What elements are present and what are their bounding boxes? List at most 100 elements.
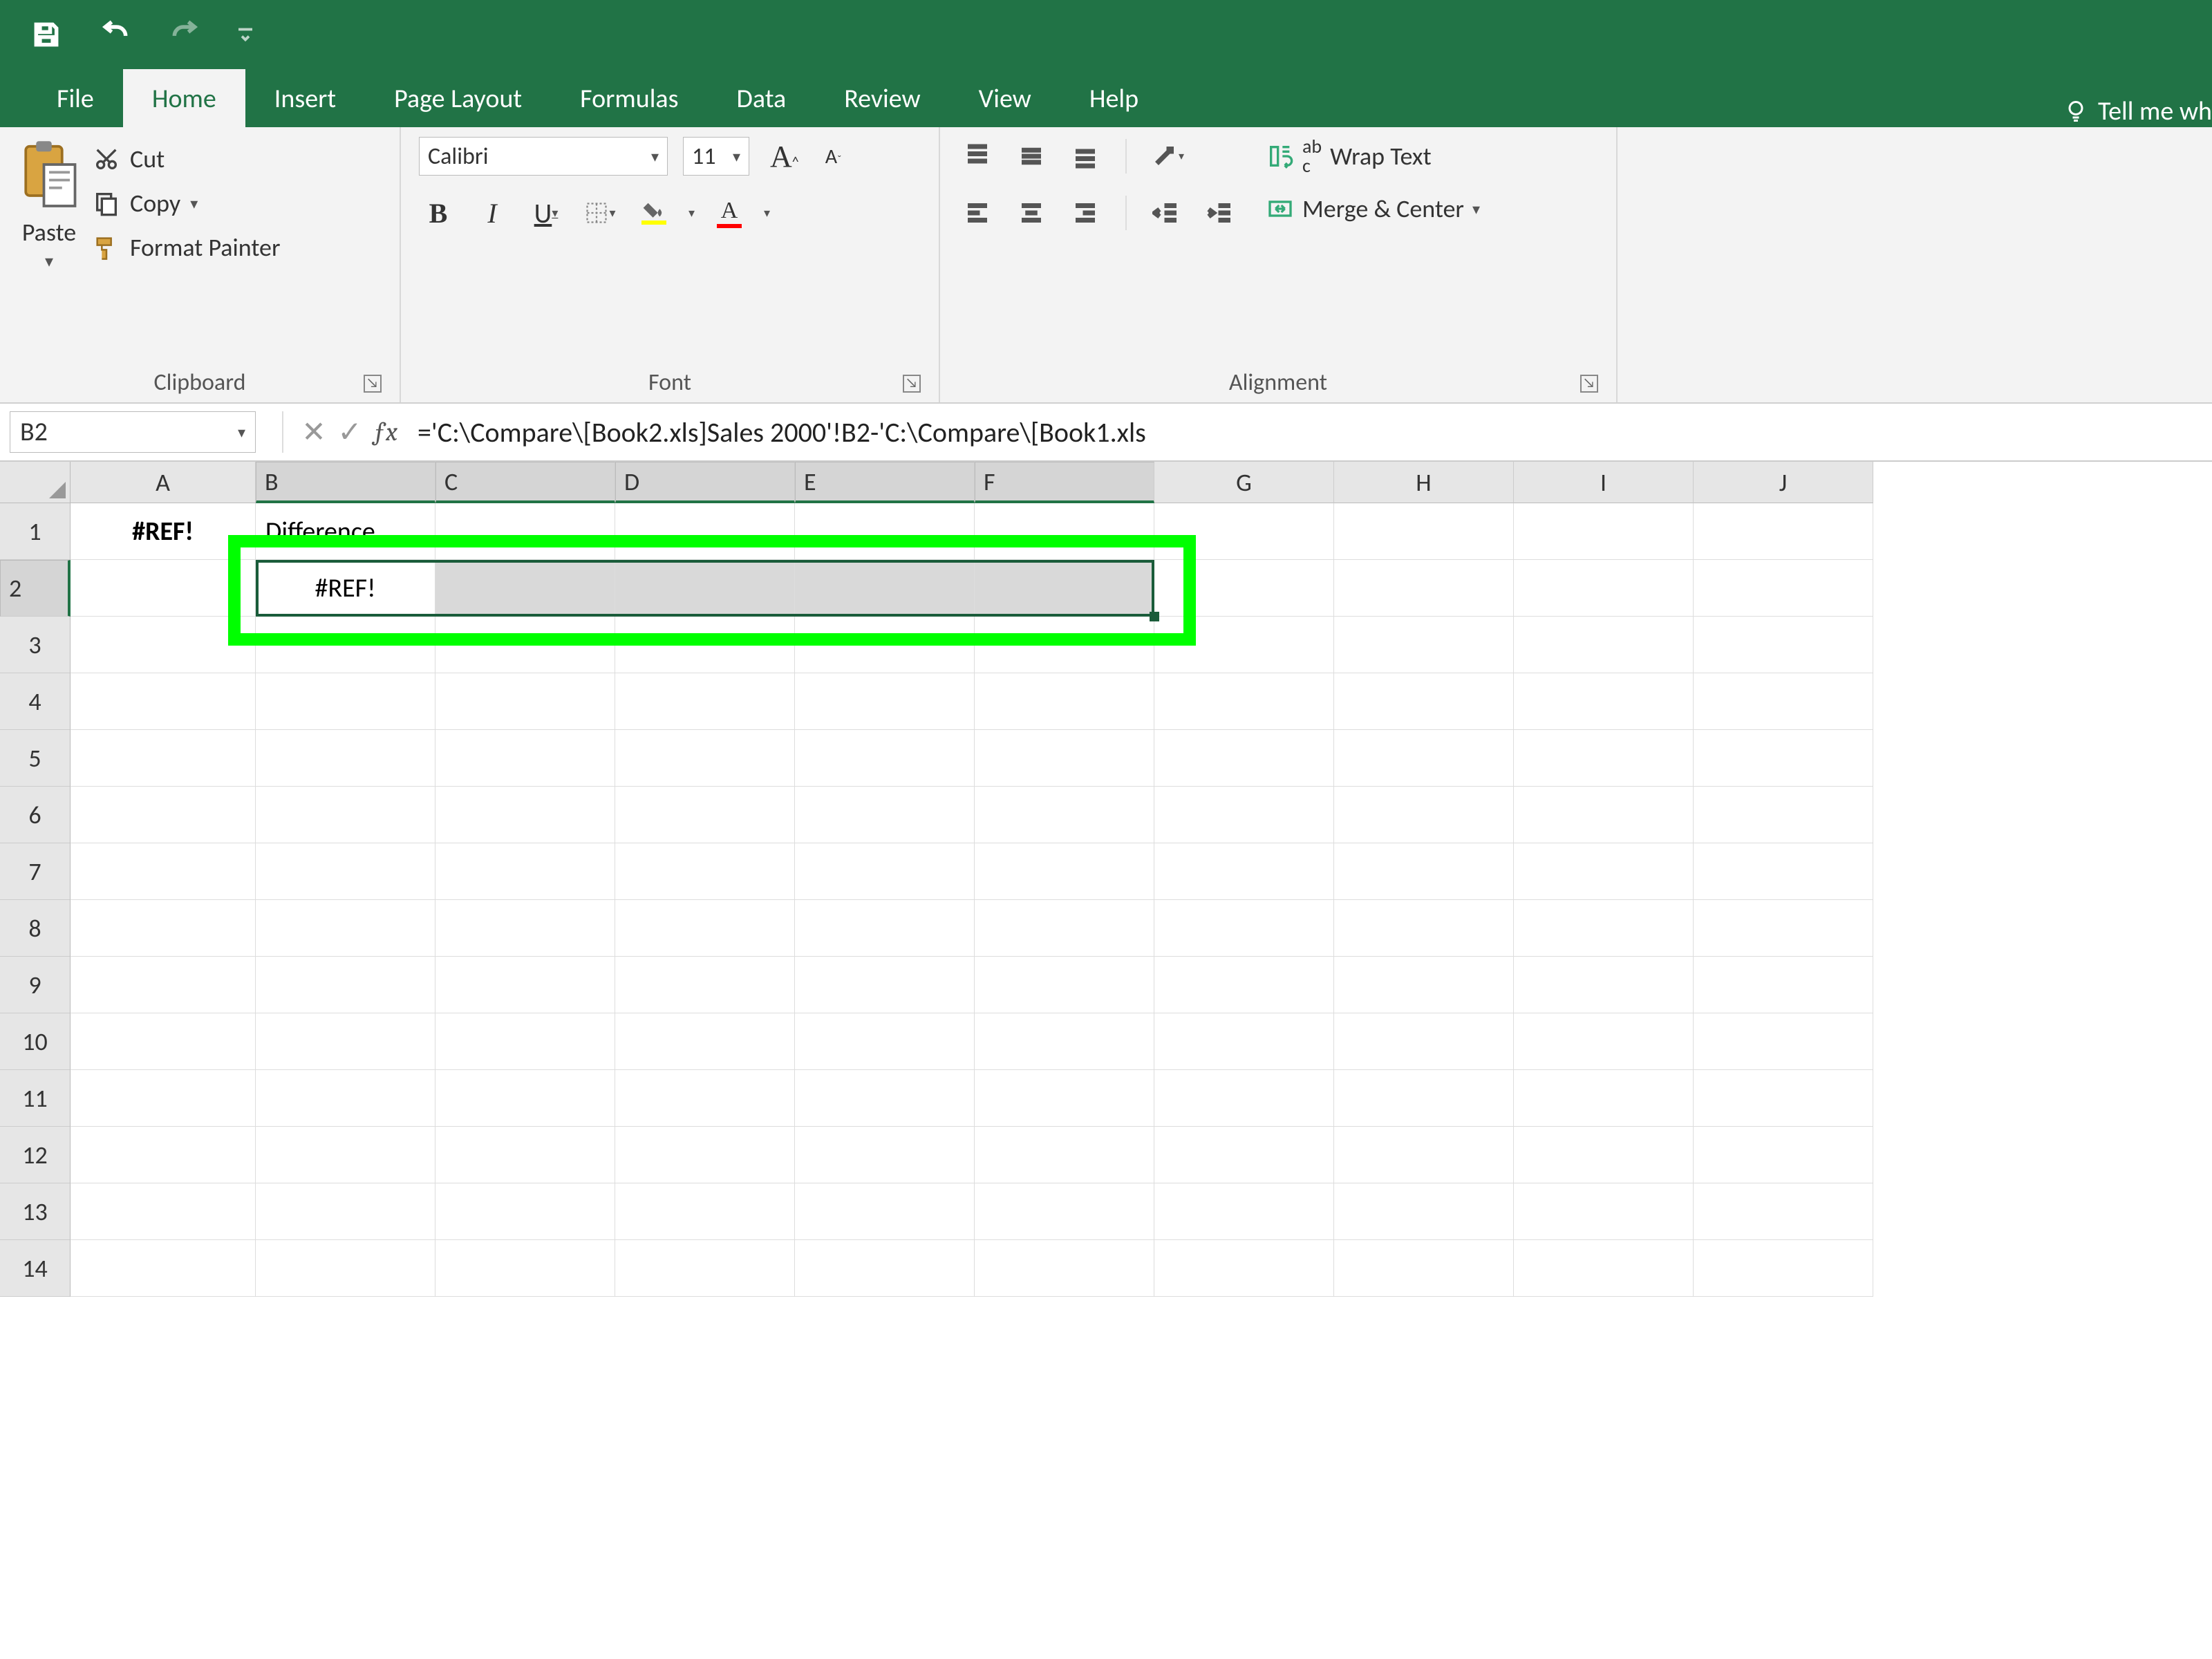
tab-home[interactable]: Home [123,69,245,127]
row-header-10[interactable]: 10 [0,1013,71,1070]
customize-qat-dropdown[interactable] [235,16,256,53]
cell-E6[interactable] [795,787,975,843]
increase-indent-button[interactable] [1201,194,1240,232]
cell-D6[interactable] [615,787,795,843]
row-header-1[interactable]: 1 [0,503,71,560]
cell-B14[interactable] [256,1240,435,1297]
cell-H12[interactable] [1334,1127,1514,1183]
cell-E13[interactable] [795,1183,975,1240]
cell-G7[interactable] [1154,843,1334,900]
cell-D9[interactable] [615,957,795,1013]
cell-A4[interactable] [71,673,256,730]
row-header-9[interactable]: 9 [0,957,71,1013]
cell-A14[interactable] [71,1240,256,1297]
shrink-font-button[interactable]: Aˇ [820,144,847,169]
cell-F9[interactable] [975,957,1154,1013]
cell-D8[interactable] [615,900,795,957]
cell-G14[interactable] [1154,1240,1334,1297]
cell-C8[interactable] [435,900,615,957]
cell-H4[interactable] [1334,673,1514,730]
cell-I10[interactable] [1514,1013,1694,1070]
cell-H9[interactable] [1334,957,1514,1013]
tab-insert[interactable]: Insert [245,69,365,127]
cell-F12[interactable] [975,1127,1154,1183]
alignment-dialog-launcher[interactable] [1580,375,1598,393]
cell-H1[interactable] [1334,503,1514,560]
col-header-G[interactable]: G [1154,462,1334,503]
tab-view[interactable]: View [950,69,1060,127]
row-header-13[interactable]: 13 [0,1183,71,1240]
cell-C7[interactable] [435,843,615,900]
cell-A13[interactable] [71,1183,256,1240]
cell-C6[interactable] [435,787,615,843]
cell-E12[interactable] [795,1127,975,1183]
col-header-I[interactable]: I [1514,462,1694,503]
cell-C1[interactable] [435,503,615,560]
cell-D2[interactable] [615,560,795,617]
formula-input[interactable]: ='C:\Compare\[Book2.xls]Sales 2000'!B2-'… [404,415,2212,449]
cell-F11[interactable] [975,1070,1154,1127]
cell-I3[interactable] [1514,617,1694,673]
cell-D14[interactable] [615,1240,795,1297]
cell-D11[interactable] [615,1070,795,1127]
row-header-14[interactable]: 14 [0,1240,71,1297]
cell-D12[interactable] [615,1127,795,1183]
cell-I6[interactable] [1514,787,1694,843]
bold-button[interactable]: B [419,194,458,232]
cell-J3[interactable] [1694,617,1873,673]
row-header-3[interactable]: 3 [0,617,71,673]
cell-F6[interactable] [975,787,1154,843]
cell-E14[interactable] [795,1240,975,1297]
redo-button[interactable] [166,16,203,53]
cell-B12[interactable] [256,1127,435,1183]
cell-I9[interactable] [1514,957,1694,1013]
tab-formulas[interactable]: Formulas [551,69,707,127]
cell-C5[interactable] [435,730,615,787]
cell-H13[interactable] [1334,1183,1514,1240]
align-right-button[interactable] [1066,194,1105,232]
cell-J14[interactable] [1694,1240,1873,1297]
cell-A9[interactable] [71,957,256,1013]
row-header-5[interactable]: 5 [0,730,71,787]
cell-A3[interactable] [71,617,256,673]
undo-button[interactable] [97,16,134,53]
cell-C9[interactable] [435,957,615,1013]
insert-function-button[interactable]: ƒx [368,417,404,447]
borders-button[interactable]: ▾ [581,194,619,232]
cell-B1[interactable]: Difference [256,503,435,560]
cell-C10[interactable] [435,1013,615,1070]
merge-center-button[interactable]: Merge & Center ▾ [1266,194,1480,224]
cell-E7[interactable] [795,843,975,900]
cell-G6[interactable] [1154,787,1334,843]
cell-B5[interactable] [256,730,435,787]
fill-color-button[interactable] [635,194,673,232]
cell-G4[interactable] [1154,673,1334,730]
selection-handle[interactable] [1150,612,1159,621]
cell-H2[interactable] [1334,560,1514,617]
cell-F4[interactable] [975,673,1154,730]
cell-I14[interactable] [1514,1240,1694,1297]
cell-I5[interactable] [1514,730,1694,787]
align-bottom-button[interactable] [1066,137,1105,176]
cell-F1[interactable] [975,503,1154,560]
cell-I8[interactable] [1514,900,1694,957]
cell-J2[interactable] [1694,560,1873,617]
cell-B13[interactable] [256,1183,435,1240]
cell-A7[interactable] [71,843,256,900]
align-left-button[interactable] [958,194,997,232]
cell-D3[interactable] [615,617,795,673]
cell-G10[interactable] [1154,1013,1334,1070]
cell-D10[interactable] [615,1013,795,1070]
cell-A10[interactable] [71,1013,256,1070]
row-header-2[interactable]: 2 [0,560,71,617]
cell-E4[interactable] [795,673,975,730]
cell-A5[interactable] [71,730,256,787]
cell-F7[interactable] [975,843,1154,900]
cell-B3[interactable] [256,617,435,673]
cell-F13[interactable] [975,1183,1154,1240]
orientation-button[interactable]: ▾ [1147,137,1186,176]
row-header-4[interactable]: 4 [0,673,71,730]
formula-enter-button[interactable]: ✓ [332,415,368,450]
font-name-select[interactable]: Calibri▾ [419,137,668,176]
cell-J4[interactable] [1694,673,1873,730]
